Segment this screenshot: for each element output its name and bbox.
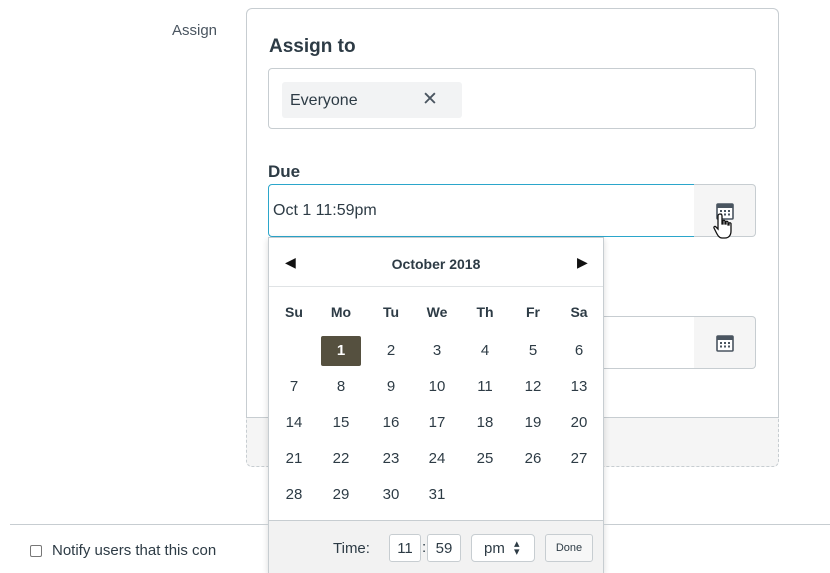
weekday-header: Su bbox=[285, 304, 303, 320]
available-from-calendar-button[interactable] bbox=[694, 316, 756, 369]
weekday-header: Fr bbox=[526, 304, 540, 320]
calendar-day[interactable]: 22 bbox=[321, 444, 361, 474]
calendar-day[interactable]: 27 bbox=[559, 444, 599, 474]
assign-to-heading: Assign to bbox=[269, 36, 356, 57]
calendar-day[interactable]: 12 bbox=[513, 372, 553, 402]
weekday-header: Sa bbox=[570, 304, 588, 320]
divider bbox=[604, 524, 830, 525]
calendar-day[interactable]: 14 bbox=[274, 408, 314, 438]
calendar-day[interactable]: 3 bbox=[417, 336, 457, 366]
due-label: Due bbox=[268, 162, 301, 181]
calendar-day[interactable]: 6 bbox=[559, 336, 599, 366]
triangle-right-icon[interactable]: ▶ bbox=[577, 254, 588, 271]
calendar-day[interactable]: 4 bbox=[465, 336, 505, 366]
weekday-header: Th bbox=[476, 304, 494, 320]
date-picker-header: ◀ October 2018 ▶ bbox=[269, 238, 603, 287]
assign-row-label: Assign bbox=[172, 22, 218, 39]
ampm-value: pm bbox=[484, 540, 505, 557]
date-picker-popup: ◀ October 2018 ▶ Su Mo Tu We Th Fr Sa 1 2 3 4 5 6 7 8 9… bbox=[268, 237, 604, 573]
close-icon[interactable]: ✕ bbox=[422, 88, 438, 111]
divider bbox=[10, 524, 268, 525]
assignee-token-label: Everyone bbox=[290, 92, 358, 109]
weekday-header: Mo bbox=[330, 304, 352, 320]
calendar-day[interactable]: 10 bbox=[417, 372, 457, 402]
time-label: Time: bbox=[333, 540, 370, 557]
calendar-day[interactable]: 9 bbox=[371, 372, 411, 402]
calendar-day[interactable]: 25 bbox=[465, 444, 505, 474]
ampm-select[interactable]: pm ▴ ▾ bbox=[471, 534, 535, 562]
notify-checkbox[interactable] bbox=[30, 545, 42, 557]
calendar-day[interactable]: 17 bbox=[417, 408, 457, 438]
calendar-day[interactable]: 7 bbox=[274, 372, 314, 402]
calendar-day[interactable]: 15 bbox=[321, 408, 361, 438]
calendar-icon bbox=[716, 335, 734, 352]
calendar-day[interactable]: 26 bbox=[513, 444, 553, 474]
calendar-day[interactable]: 11 bbox=[465, 372, 505, 402]
calendar-day[interactable]: 18 bbox=[465, 408, 505, 438]
calendar-day[interactable]: 19 bbox=[513, 408, 553, 438]
calendar-day[interactable]: 2 bbox=[371, 336, 411, 366]
notify-label: Notify users that this con bbox=[52, 542, 217, 559]
calendar-day[interactable]: 23 bbox=[371, 444, 411, 474]
calendar-day[interactable]: 5 bbox=[513, 336, 553, 366]
calendar-day[interactable]: 20 bbox=[559, 408, 599, 438]
calendar-day[interactable]: 31 bbox=[417, 480, 457, 510]
calendar-day[interactable]: 8 bbox=[321, 372, 361, 402]
calendar-day[interactable]: 21 bbox=[274, 444, 314, 474]
calendar-day[interactable]: 24 bbox=[417, 444, 457, 474]
hour-input[interactable] bbox=[389, 534, 421, 562]
date-picker-footer: Time: : pm ▴▾ Done bbox=[269, 520, 603, 573]
calendar-day[interactable]: 29 bbox=[321, 480, 361, 510]
hand-cursor-icon bbox=[713, 213, 732, 239]
time-separator: : bbox=[422, 539, 427, 556]
calendar-day[interactable]: 13 bbox=[559, 372, 599, 402]
select-arrows-icon: ▴ ▾ bbox=[514, 538, 520, 558]
minute-input[interactable] bbox=[427, 534, 461, 562]
done-button[interactable]: Done bbox=[545, 534, 593, 562]
month-title: October 2018 bbox=[391, 256, 481, 272]
calendar-day[interactable]: 16 bbox=[371, 408, 411, 438]
calendar-day-selected[interactable]: 1 bbox=[321, 336, 361, 366]
calendar-day[interactable]: 30 bbox=[371, 480, 411, 510]
weekday-header: Tu bbox=[382, 304, 400, 320]
calendar-day[interactable]: 28 bbox=[274, 480, 314, 510]
weekday-header: We bbox=[426, 304, 448, 320]
due-date-input[interactable] bbox=[268, 184, 695, 237]
